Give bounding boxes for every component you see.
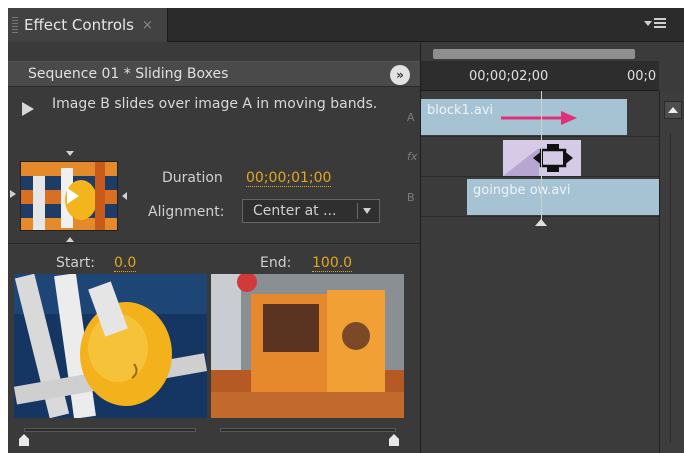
clip-goingbelow[interactable]: goingbe ow.avi <box>467 179 659 215</box>
effect-settings-pane: Sequence 01 * Sliding Boxes » Image B sl… <box>8 43 420 453</box>
track-a-label: A <box>407 111 415 124</box>
end-slider-base <box>389 439 399 446</box>
start-preview-art <box>14 274 207 418</box>
track-a: A block1.avi <box>407 97 659 137</box>
edge-selector-bottom-icon[interactable] <box>66 237 74 242</box>
duration-label: Duration <box>162 170 223 186</box>
chevron-down-icon <box>363 208 371 214</box>
alignment-label: Alignment: <box>148 204 225 220</box>
transition-resize-icon <box>503 144 573 176</box>
transition-block[interactable] <box>503 140 581 176</box>
edge-selector-top-icon[interactable] <box>66 151 74 156</box>
panel-menu-icon[interactable] <box>644 17 668 33</box>
panel-menu-arrow-icon <box>644 21 652 26</box>
edge-selector-left-icon[interactable] <box>10 190 16 198</box>
scrollbar-track <box>670 133 671 443</box>
chevron-up-icon <box>668 107 678 113</box>
track-b: B goingbe ow.avi <box>407 177 659 217</box>
tab-effect-controls[interactable]: Effect Controls × <box>8 8 168 42</box>
play-preview-icon[interactable] <box>22 102 34 116</box>
ruler-tick-label: 00;0 <box>627 69 657 84</box>
alignment-dropdown[interactable]: Center at ... <box>242 199 380 223</box>
ruler-tick-label: 00;00;02;00 <box>469 69 549 84</box>
mini-timeline-pane: 00;00;02;00 00;0 A block1.avi fx B going… <box>407 43 684 453</box>
timeline-scrollbar[interactable] <box>659 91 684 453</box>
show-timeline-toggle-icon[interactable]: » <box>390 65 410 85</box>
start-slider-base <box>19 439 29 446</box>
effect-description: Image B slides over image A in moving ba… <box>52 96 378 112</box>
tab-grip-icon[interactable] <box>12 17 18 33</box>
tab-close-icon[interactable]: × <box>142 18 153 33</box>
alignment-separator <box>357 203 358 219</box>
start-slider-track[interactable] <box>24 428 196 432</box>
sequence-title: Sequence 01 * Sliding Boxes <box>28 66 229 82</box>
end-preview-image <box>211 274 404 418</box>
start-value[interactable]: 0.0 <box>114 255 137 272</box>
alignment-value: Center at ... <box>253 203 337 219</box>
panel-tab-bar: Effect Controls × <box>8 8 684 42</box>
section-divider <box>8 243 420 244</box>
track-b-label: B <box>407 191 415 204</box>
track-fx-label: fx <box>407 150 418 163</box>
start-label: Start: <box>56 255 95 271</box>
slide-direction-arrow-icon <box>501 111 577 125</box>
scroll-up-button[interactable] <box>664 101 682 119</box>
effect-thumbnail-art <box>21 162 117 230</box>
start-slider-handle[interactable] <box>19 434 29 446</box>
playhead-marker-icon[interactable] <box>535 219 547 226</box>
panel-menu-lines-icon <box>654 18 666 30</box>
sequence-header: Sequence 01 * Sliding Boxes » <box>8 61 420 87</box>
edge-selector-right-icon[interactable] <box>122 192 127 200</box>
end-slider-track[interactable] <box>220 428 396 432</box>
clip-block1[interactable]: block1.avi <box>421 99 627 135</box>
timeline-ruler[interactable]: 00;00;02;00 00;0 <box>421 61 659 91</box>
end-value[interactable]: 100.0 <box>312 255 353 272</box>
tab-title: Effect Controls <box>24 16 134 34</box>
end-preview-art <box>211 274 404 418</box>
playhead-line[interactable] <box>541 91 542 221</box>
end-label: End: <box>260 255 292 271</box>
effect-controls-window: Effect Controls × Sequence 01 * Sliding … <box>8 8 684 453</box>
duration-value[interactable]: 00;00;01;00 <box>246 170 332 187</box>
clip-a-name: block1.avi <box>427 103 494 118</box>
start-preview-image <box>14 274 207 418</box>
end-slider-handle[interactable] <box>389 434 399 446</box>
timeline-zoom-bar[interactable] <box>433 49 635 59</box>
clip-b-name: goingbe ow.avi <box>473 183 571 198</box>
effect-thumbnail <box>20 161 118 231</box>
